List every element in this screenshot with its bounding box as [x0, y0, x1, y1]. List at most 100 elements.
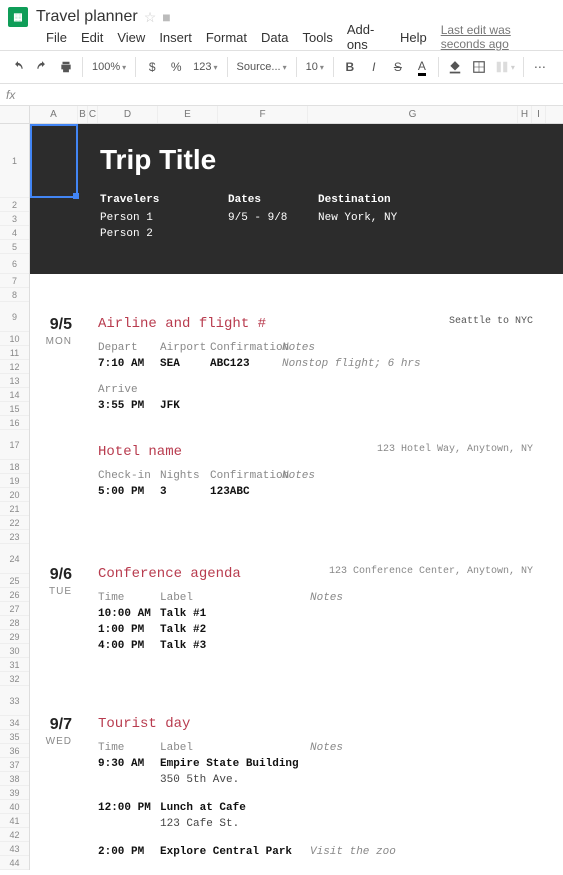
row-header-26[interactable]: 26 — [0, 588, 29, 602]
row-header-40[interactable]: 40 — [0, 800, 29, 814]
row-header-6[interactable]: 6 — [0, 254, 29, 274]
row-header-28[interactable]: 28 — [0, 616, 29, 630]
dates-label: Dates — [228, 194, 318, 206]
row-header-33[interactable]: 33 — [0, 686, 29, 716]
row-header-39[interactable]: 39 — [0, 786, 29, 800]
menu-bar: File Edit View Insert Format Data Tools … — [0, 28, 563, 50]
col-A[interactable]: A — [30, 106, 78, 123]
col-G[interactable]: G — [308, 106, 518, 123]
font-size-select[interactable]: 10▾ — [302, 55, 328, 79]
row-header-16[interactable]: 16 — [0, 416, 29, 430]
row-header-43[interactable]: 43 — [0, 842, 29, 856]
row-header-41[interactable]: 41 — [0, 814, 29, 828]
row-header-24[interactable]: 24 — [0, 544, 29, 574]
zoom-select[interactable]: 100%▾ — [88, 55, 130, 79]
hdr-airport: Airport — [160, 340, 210, 356]
document-title[interactable]: Travel planner — [36, 8, 138, 26]
row-header-15[interactable]: 15 — [0, 402, 29, 416]
row-header-7[interactable]: 7 — [0, 274, 29, 288]
print-button[interactable] — [55, 55, 77, 79]
row-header-22[interactable]: 22 — [0, 516, 29, 530]
redo-button[interactable] — [31, 55, 53, 79]
row-header-29[interactable]: 29 — [0, 630, 29, 644]
menu-format[interactable]: Format — [206, 30, 247, 45]
day2-label: 9/6 TUE — [30, 566, 78, 597]
last-edit-link[interactable]: Last edit was seconds ago — [441, 23, 555, 51]
menu-addons[interactable]: Add-ons — [347, 22, 386, 52]
row-header-2[interactable]: 2 — [0, 198, 29, 212]
hdr-label: Label — [160, 590, 310, 606]
col-C[interactable]: C — [88, 106, 98, 123]
format-percent-button[interactable]: % — [165, 55, 187, 79]
strikethrough-button[interactable]: S — [387, 55, 409, 79]
col-I[interactable]: I — [532, 106, 546, 123]
row-header-38[interactable]: 38 — [0, 772, 29, 786]
menu-help[interactable]: Help — [400, 30, 427, 45]
row-header-21[interactable]: 21 — [0, 502, 29, 516]
row-header-44[interactable]: 44 — [0, 856, 29, 870]
star-icon[interactable]: ☆ — [144, 9, 157, 26]
more-toolbar-button[interactable]: ⋯ — [529, 55, 551, 79]
menu-file[interactable]: File — [46, 30, 67, 45]
row-header-36[interactable]: 36 — [0, 744, 29, 758]
fill-color-button[interactable] — [444, 55, 466, 79]
toolbar: 100%▾ $ % 123▾ Source...▾ 10▾ B I S A ▾ … — [0, 50, 563, 84]
row-header-19[interactable]: 19 — [0, 474, 29, 488]
row-header-4[interactable]: 4 — [0, 226, 29, 240]
row-header-27[interactable]: 27 — [0, 602, 29, 616]
bold-button[interactable]: B — [339, 55, 361, 79]
depart-airport: SEA — [160, 356, 210, 372]
menu-edit[interactable]: Edit — [81, 30, 103, 45]
spreadsheet-grid[interactable]: 1234567891011121314151617181920212223242… — [0, 124, 563, 870]
sheets-app-icon[interactable]: ▦ — [8, 7, 28, 27]
menu-data[interactable]: Data — [261, 30, 288, 45]
col-E[interactable]: E — [158, 106, 218, 123]
hdr-hotel-conf: Confirmation — [210, 468, 282, 484]
menu-view[interactable]: View — [117, 30, 145, 45]
menu-tools[interactable]: Tools — [302, 30, 332, 45]
row-header-18[interactable]: 18 — [0, 460, 29, 474]
col-B[interactable]: B — [78, 106, 88, 123]
font-family-select[interactable]: Source...▾ — [233, 55, 291, 79]
format-currency-button[interactable]: $ — [141, 55, 163, 79]
row-header-17[interactable]: 17 — [0, 430, 29, 460]
row-header-37[interactable]: 37 — [0, 758, 29, 772]
folder-icon[interactable]: ■ — [162, 9, 170, 25]
row-header-20[interactable]: 20 — [0, 488, 29, 502]
text-color-button[interactable]: A — [411, 55, 433, 79]
column-headers: A B C D E F G H I — [0, 106, 563, 124]
row-header-34[interactable]: 34 — [0, 716, 29, 730]
hdr-notes: Notes — [282, 340, 533, 356]
row-header-32[interactable]: 32 — [0, 672, 29, 686]
formula-input[interactable] — [30, 88, 557, 102]
item1-sub: 350 5th Ave. — [160, 772, 310, 788]
row-header-35[interactable]: 35 — [0, 730, 29, 744]
italic-button[interactable]: I — [363, 55, 385, 79]
hdr-time: Time — [98, 590, 160, 606]
col-D[interactable]: D — [98, 106, 158, 123]
row-header-25[interactable]: 25 — [0, 574, 29, 588]
menu-insert[interactable]: Insert — [159, 30, 192, 45]
row-header-10[interactable]: 10 — [0, 332, 29, 346]
row-header-23[interactable]: 23 — [0, 530, 29, 544]
row-header-11[interactable]: 11 — [0, 346, 29, 360]
select-all-corner[interactable] — [0, 106, 30, 123]
row-header-9[interactable]: 9 — [0, 302, 29, 332]
row-header-13[interactable]: 13 — [0, 374, 29, 388]
row-header-5[interactable]: 5 — [0, 240, 29, 254]
row-header-8[interactable]: 8 — [0, 288, 29, 302]
undo-button[interactable] — [7, 55, 29, 79]
row-header-30[interactable]: 30 — [0, 644, 29, 658]
row-header-31[interactable]: 31 — [0, 658, 29, 672]
col-F[interactable]: F — [218, 106, 308, 123]
row-header-12[interactable]: 12 — [0, 360, 29, 374]
more-formats-button[interactable]: 123▾ — [189, 55, 221, 79]
item3-label: Explore Central Park — [160, 844, 310, 860]
row-header-1[interactable]: 1 — [0, 124, 29, 198]
row-header-42[interactable]: 42 — [0, 828, 29, 842]
merge-cells-button[interactable]: ▾ — [492, 55, 518, 79]
row-header-3[interactable]: 3 — [0, 212, 29, 226]
row-header-14[interactable]: 14 — [0, 388, 29, 402]
borders-button[interactable] — [468, 55, 490, 79]
col-H[interactable]: H — [518, 106, 532, 123]
